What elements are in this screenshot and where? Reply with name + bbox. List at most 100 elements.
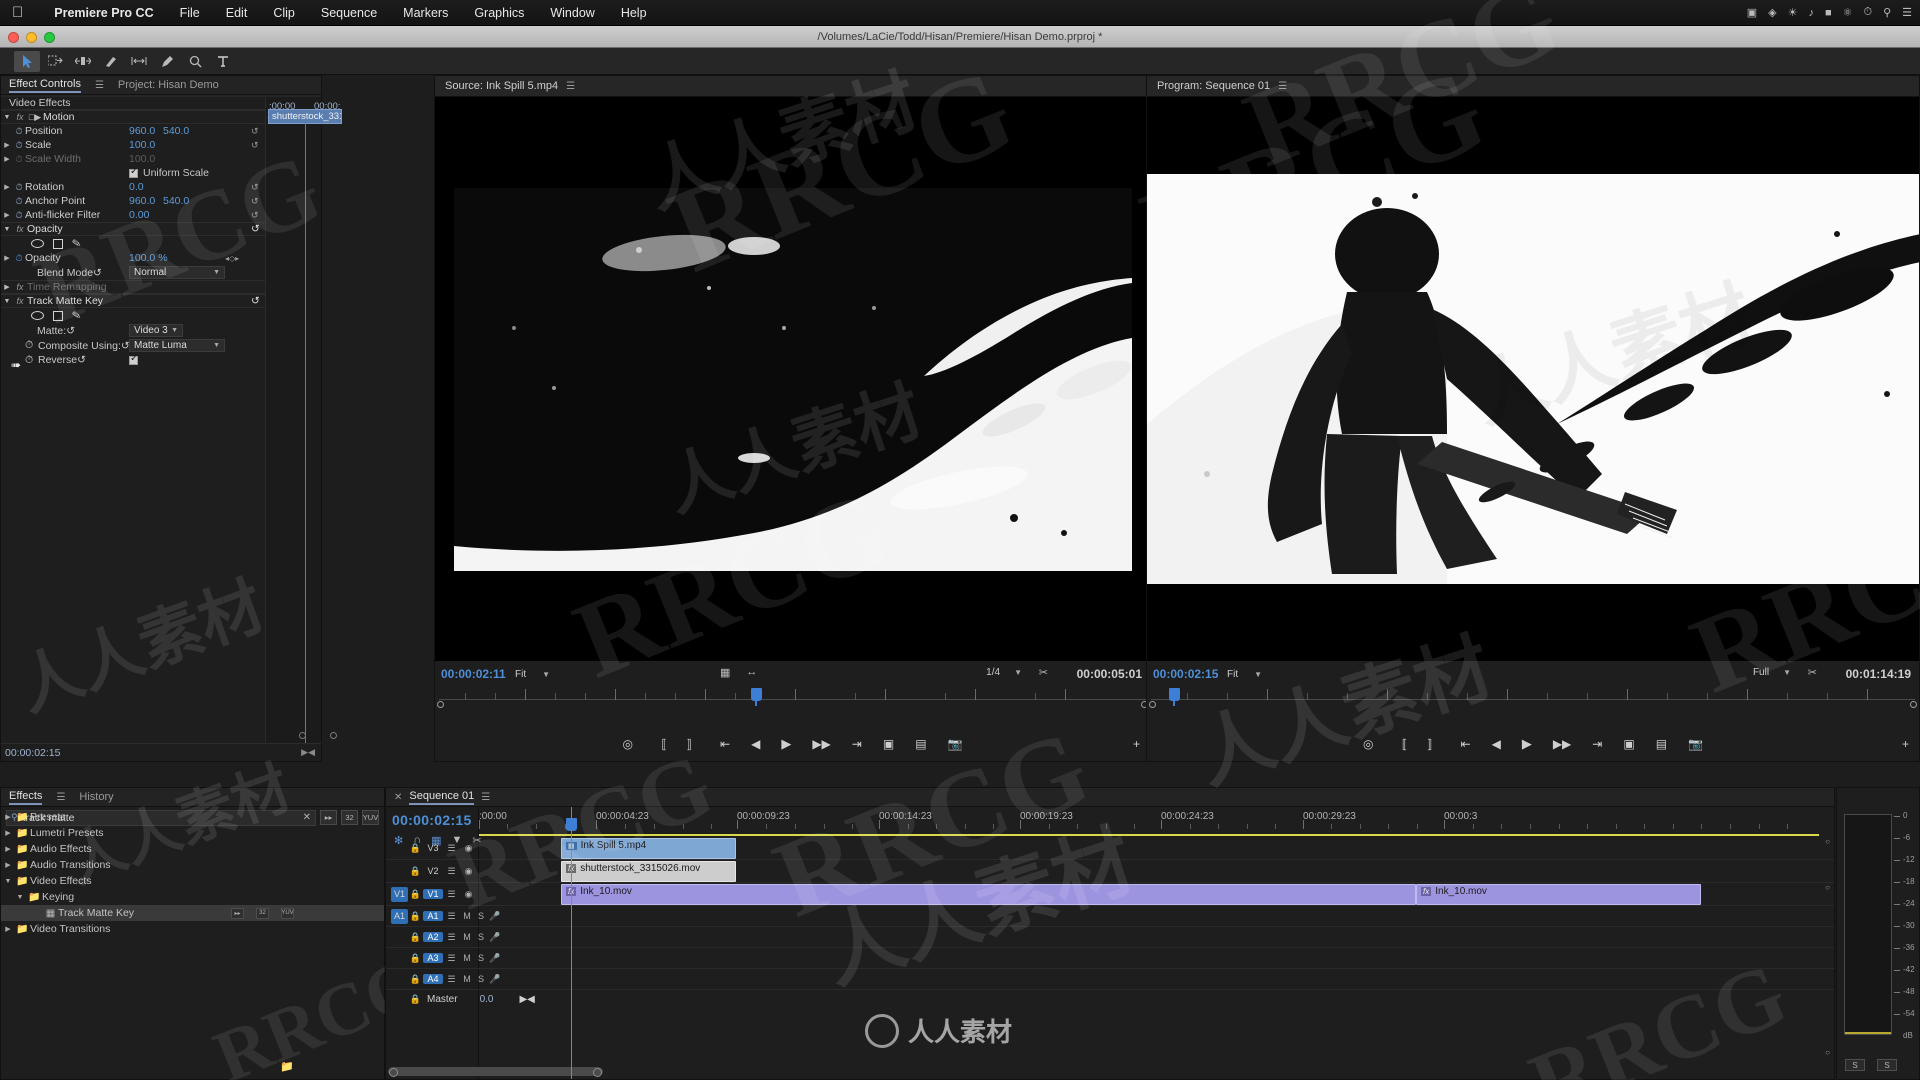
pen-mask-tool[interactable]: ✎ <box>71 308 82 322</box>
program-monitor-ruler[interactable] <box>1147 687 1919 708</box>
step-back-icon[interactable]: ◀ <box>751 737 760 751</box>
mute-button-a4[interactable]: M <box>460 974 474 984</box>
track-output-eye-icon[interactable]: ◉ <box>460 889 477 900</box>
program-fit-select[interactable]: Fit ▼ <box>1227 667 1262 681</box>
stopwatch-icon[interactable]: ⏱ <box>13 126 25 137</box>
track-name-a3[interactable]: A3 <box>423 953 443 963</box>
param-scale[interactable]: ▶ ⏱ Scale 100.0 ↺ <box>1 138 265 152</box>
track-name-v3[interactable]: V3 <box>423 843 443 853</box>
twirl-right-icon[interactable]: ▶ <box>1 861 15 869</box>
solo-button-left[interactable]: S <box>1845 1059 1865 1071</box>
maximize-button[interactable] <box>44 31 55 43</box>
lock-icon[interactable]: 🔒 <box>408 866 423 877</box>
effect-controls-timecode[interactable]: 00:00:02:15 <box>5 747 60 759</box>
source-patch-v3[interactable] <box>391 841 408 856</box>
program-monitor-viewport[interactable] <box>1147 97 1919 661</box>
panel-menu-icon[interactable]: ☰ <box>1278 81 1287 92</box>
reset-icon[interactable]: ↺ <box>251 196 259 207</box>
dropbox-icon[interactable]: ◈ <box>1768 6 1776 19</box>
list-icon[interactable]: ☰ <box>1902 6 1912 19</box>
tab-sequence-01[interactable]: Sequence 01 <box>409 790 475 805</box>
program-monitor-title[interactable]: Program: Sequence 01 <box>1157 80 1270 92</box>
effect-group-time-remapping[interactable]: ▶ fx Time Remapping <box>1 280 265 294</box>
twirl-right-icon[interactable]: ▶ <box>1 283 13 291</box>
play-icon[interactable]: ▶ <box>781 736 791 752</box>
expand-track-icon[interactable]: ▶◀ <box>519 994 534 1005</box>
twirl-right-icon[interactable]: ▶ <box>1 813 15 821</box>
step-back-icon[interactable]: ◀ <box>1492 737 1501 751</box>
button-editor-icon[interactable]: + <box>1133 737 1140 751</box>
effect-group-track-matte-key[interactable]: ▼ fx Track Matte Key ↺ <box>1 294 265 308</box>
ellipse-mask-tool[interactable] <box>31 311 44 320</box>
close-icon[interactable]: ✕ <box>394 792 402 803</box>
export-frame-icon[interactable]: 📷 <box>948 737 963 751</box>
lift-icon[interactable]: ▣ <box>1623 737 1634 751</box>
tab-effect-controls[interactable]: Effect Controls <box>9 78 81 93</box>
go-to-in-icon[interactable]: ⇤ <box>720 737 730 751</box>
search-icon[interactable]: ⚲ <box>1883 6 1891 19</box>
tree-item-audio-transitions[interactable]: ▶ 📁 Audio Transitions <box>1 857 384 873</box>
param-uniform-scale[interactable]: Uniform Scale <box>1 166 265 180</box>
timeline-clip-shutterstock[interactable]: fx shutterstock_3315026.mov <box>561 861 736 882</box>
param-value[interactable]: 100.0 <box>129 139 155 151</box>
source-monitor-viewport[interactable] <box>435 97 1150 661</box>
param-value-x[interactable]: 960.0 <box>129 125 155 137</box>
twirl-down-icon[interactable]: ▼ <box>1 114 13 121</box>
tab-history[interactable]: History <box>79 791 113 803</box>
rectangle-mask-tool[interactable] <box>53 238 63 249</box>
timeline-playhead-line[interactable] <box>571 807 572 1079</box>
mark-out-icon[interactable]: 〛 <box>687 736 699 753</box>
source-center-icons[interactable]: ▦ ↔ <box>720 666 757 679</box>
param-value-y[interactable]: 540.0 <box>163 125 189 137</box>
insert-icon[interactable]: ▣ <box>883 737 894 751</box>
source-patch-a2[interactable] <box>391 930 408 945</box>
source-patch-v2[interactable] <box>391 864 408 879</box>
uniform-scale-checkbox[interactable] <box>129 166 138 178</box>
mini-timeline-playhead[interactable] <box>305 118 306 743</box>
tree-item-video-transitions[interactable]: ▶ 📁 Video Transitions <box>1 921 384 937</box>
param-value-x[interactable]: 960.0 <box>129 195 155 207</box>
reset-icon[interactable]: ↺ <box>66 325 75 337</box>
program-playhead-timecode[interactable]: 00:00:02:15 <box>1153 667 1218 681</box>
solo-button-right[interactable]: S <box>1877 1059 1897 1071</box>
param-value[interactable]: 100.0 % <box>129 252 168 264</box>
settings-wrench-icon[interactable]: ✂ <box>1039 666 1048 679</box>
panel-menu-icon[interactable]: ☰ <box>56 792 65 803</box>
track-name-a4[interactable]: A4 <box>423 974 443 984</box>
lock-icon[interactable]: 🔒 <box>408 843 423 854</box>
track-output-eye-icon[interactable]: ◉ <box>460 843 477 854</box>
source-monitor-title[interactable]: Source: Ink Spill 5.mp4 <box>445 80 558 92</box>
twirl-right-icon[interactable]: ▶ <box>1 211 13 219</box>
go-to-in-icon[interactable]: ⇤ <box>1461 737 1471 751</box>
param-value-y[interactable]: 540.0 <box>163 195 189 207</box>
battery-icon[interactable]: ■ <box>1825 7 1832 19</box>
menu-markers[interactable]: Markers <box>390 6 461 20</box>
track-name-a1[interactable]: A1 <box>423 911 443 921</box>
reset-icon[interactable]: ↺ <box>251 210 259 221</box>
ripple-edit-tool[interactable] <box>70 51 96 72</box>
stopwatch-icon[interactable]: ⏱ <box>25 339 38 352</box>
reset-icon[interactable]: ↺ <box>251 295 260 307</box>
panel-menu-icon[interactable]: ☰ <box>566 81 575 92</box>
sync-lock-icon[interactable]: ☰ <box>443 843 460 854</box>
panel-menu-icon[interactable]: ☰ <box>95 80 104 91</box>
param-position[interactable]: ⏱ Position 960.0 540.0 ↺ <box>1 124 265 138</box>
solo-button-a3[interactable]: S <box>474 953 488 963</box>
panel-menu-icon[interactable]: ☰ <box>481 792 490 803</box>
mark-in-icon[interactable]: 〚 <box>1394 736 1406 753</box>
param-anchor-point[interactable]: ⏱ Anchor Point 960.0 540.0 ↺ <box>1 194 265 208</box>
stopwatch-icon[interactable]: ⏱ <box>13 196 25 207</box>
track-name-v2[interactable]: V2 <box>423 866 443 876</box>
mic-icon[interactable]: 🎤 <box>488 911 502 922</box>
param-blend-mode[interactable]: Blend Mode Normal ▼ ↺ <box>1 265 265 280</box>
program-out-point[interactable] <box>1910 701 1917 708</box>
program-duration-timecode[interactable]: 00:01:14:19 <box>1846 667 1911 681</box>
menu-app-name[interactable]: Premiere Pro CC <box>41 6 166 20</box>
track-name-a2[interactable]: A2 <box>423 932 443 942</box>
mark-in-icon[interactable]: 〚 <box>654 736 666 753</box>
tree-item-lumetri-presets[interactable]: ▶ 📁 Lumetri Presets <box>1 825 384 841</box>
overwrite-icon[interactable]: ▤ <box>915 737 926 751</box>
sync-lock-icon[interactable]: ☰ <box>443 889 460 900</box>
source-duration-timecode[interactable]: 00:00:05:01 <box>1077 667 1142 681</box>
ellipse-mask-tool[interactable] <box>31 239 44 248</box>
